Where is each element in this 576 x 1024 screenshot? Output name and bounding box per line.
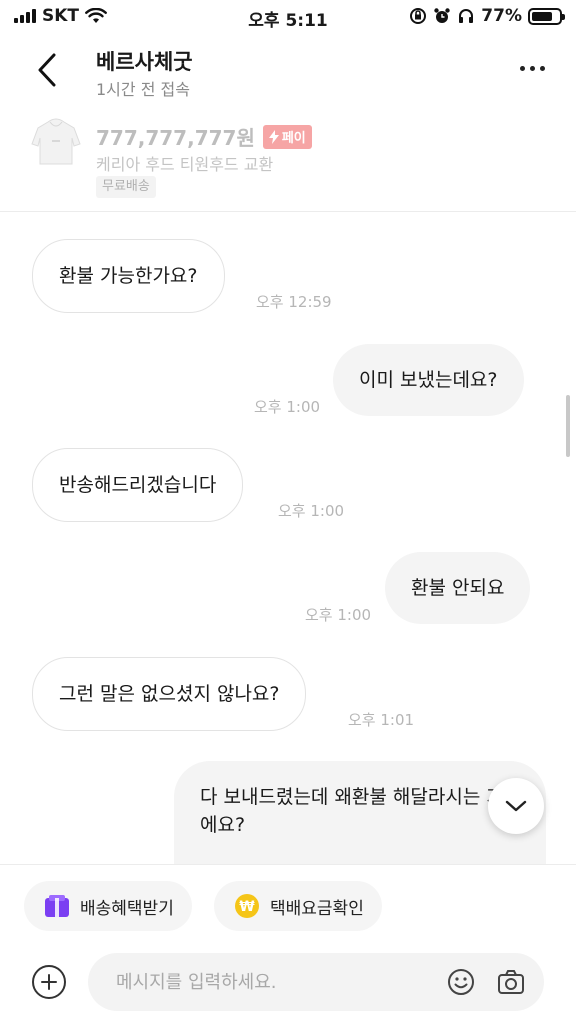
scroll-to-bottom-button[interactable] [488,778,544,834]
chevron-left-icon [38,53,56,87]
alarm-icon [434,8,450,23]
more-dot-icon [539,65,545,71]
message-time: 오후 1:01 [348,711,415,729]
composer-area: 배송혜택받기 ₩ 택배요금확인 [0,864,576,1024]
won-coin-icon: ₩ [235,894,259,918]
more-dot-icon [529,65,535,71]
message-time: 오후 1:00 [305,606,372,624]
attach-button[interactable] [32,965,66,999]
shipping-fee-label: 택배요금확인 [270,898,364,919]
message-bubble: 이미 보냈는데요? [333,344,524,416]
battery-icon [528,7,565,25]
message-bubble: 환불 안되요 [385,552,531,624]
product-price: 777,777,777원 [96,126,255,150]
product-name: 케리아 후드 티원후드 교환 [96,155,274,174]
scrollbar[interactable] [566,395,570,457]
delivery-benefit-button[interactable]: 배송혜택받기 [24,881,192,931]
message-input[interactable] [116,953,436,1011]
message-bubble: 그런 말은 없으셨지 않나요? [32,657,307,731]
message-time: 오후 1:00 [278,502,345,520]
plus-icon [41,974,57,990]
pay-badge-label: 페이 [281,131,306,146]
message-input-container [88,953,544,1011]
emoji-icon[interactable] [446,967,476,997]
battery-percent: 77% [481,6,522,26]
headphones-icon [459,9,474,23]
orientation-lock-icon [410,8,427,24]
more-options-button[interactable] [512,56,552,80]
chevron-down-icon [505,800,527,812]
free-shipping-tag: 무료배송 [96,176,156,198]
last-seen-status: 1시간 전 접속 [96,80,190,99]
delivery-box-icon [45,895,69,917]
chat-partner-name: 베르사체굿 [96,50,193,74]
delivery-benefit-label: 배송혜택받기 [80,898,174,919]
battery-level [532,11,553,21]
product-summary[interactable]: 777,777,777원 페이 케리아 후드 티원후드 교환 무료배송 [0,106,576,212]
shipping-fee-check-button[interactable]: ₩ 택배요금확인 [214,881,382,931]
chat-header: 베르사체굿 1시간 전 접속 [0,34,576,106]
camera-icon[interactable] [496,967,526,997]
back-button[interactable] [30,50,64,90]
message-time: 오후 12:59 [256,293,332,311]
message-bubble: 반송해드리겠습니다 [32,448,244,522]
status-bar: SKT 오후 5:11 77% [0,0,576,34]
more-dot-icon [519,65,525,71]
lightning-icon [268,129,279,144]
message-time: 오후 1:00 [254,398,321,416]
svg-text:₩: ₩ [239,899,255,915]
product-thumbnail [31,118,81,165]
pay-badge: 페이 [262,124,312,149]
message-bubble: 환불 가능한가요? [32,239,225,313]
